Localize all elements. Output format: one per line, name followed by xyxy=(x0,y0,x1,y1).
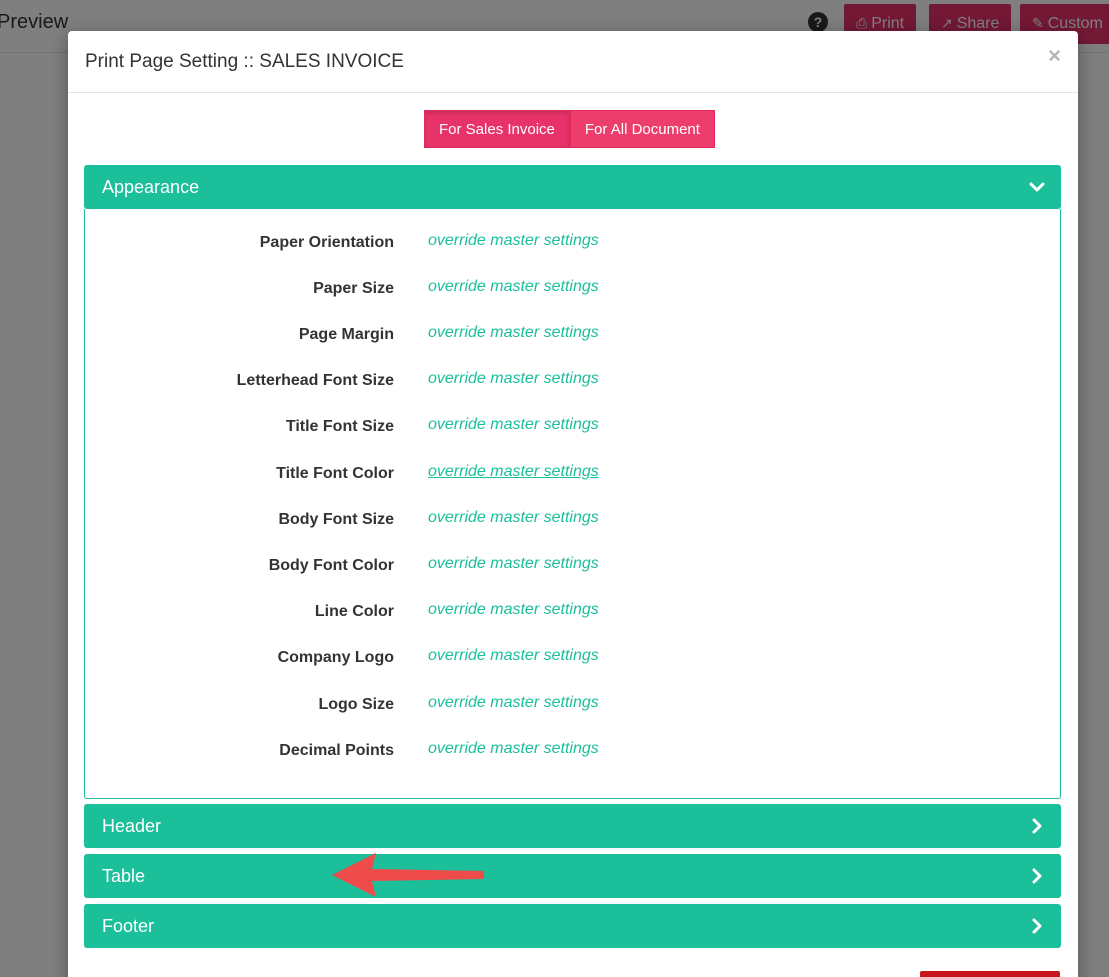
setting-label: Decimal Points xyxy=(279,742,394,759)
table-panel-title: Table xyxy=(102,866,146,886)
override-link[interactable]: override master settings xyxy=(428,740,599,758)
setting-row: Body Font Color override master settings xyxy=(85,555,1060,579)
close-icon[interactable]: × xyxy=(1048,43,1061,69)
override-link[interactable]: override master settings xyxy=(428,694,599,712)
header-panel-title: Header xyxy=(102,816,162,836)
chevron-down-icon xyxy=(1029,182,1045,192)
setting-row: Logo Size override master settings xyxy=(85,694,1060,718)
appearance-panel-body: Paper Orientation override master settin… xyxy=(84,209,1061,799)
setting-label: Title Font Color xyxy=(276,465,394,482)
setting-label: Body Font Size xyxy=(278,511,394,528)
setting-row: Body Font Size override master settings xyxy=(85,509,1060,533)
setting-row: Page Margin override master settings xyxy=(85,324,1060,348)
override-link[interactable]: override master settings xyxy=(428,601,599,619)
override-link[interactable]: override master settings xyxy=(428,555,599,573)
setting-label: Paper Orientation xyxy=(259,234,394,251)
setting-row: Paper Size override master settings xyxy=(85,278,1060,302)
override-link[interactable]: override master settings xyxy=(428,232,599,250)
tab-for-all-document[interactable]: For All Document xyxy=(569,110,715,148)
print-settings-modal: Print Page Setting :: SALES INVOICE × Fo… xyxy=(68,31,1078,977)
setting-label: Company Logo xyxy=(277,649,394,666)
override-link[interactable]: override master settings xyxy=(428,370,599,388)
override-link[interactable]: override master settings xyxy=(428,416,599,434)
override-link[interactable]: override master settings xyxy=(428,324,599,342)
tab-for-sales-invoice[interactable]: For Sales Invoice xyxy=(424,110,570,148)
setting-label: Title Font Size xyxy=(285,418,394,435)
setting-label: Logo Size xyxy=(318,696,394,713)
setting-label: Letterhead Font Size xyxy=(236,372,394,389)
setting-label: Paper Size xyxy=(313,280,394,297)
footer-panel-title: Footer xyxy=(102,916,155,936)
setting-row: Title Font Size override master settings xyxy=(85,416,1060,440)
red-arrow-annotation xyxy=(332,853,484,897)
setting-label: Line Color xyxy=(314,603,394,620)
chevron-right-icon xyxy=(1032,868,1042,884)
header-panel-header[interactable]: Header xyxy=(84,804,1061,848)
setting-row: Decimal Points override master settings xyxy=(85,740,1060,764)
override-link[interactable]: override master settings xyxy=(428,647,599,665)
chevron-right-icon xyxy=(1032,918,1042,934)
override-link[interactable]: override master settings xyxy=(428,509,599,527)
setting-row: Letterhead Font Size override master set… xyxy=(85,370,1060,394)
override-link[interactable]: override master settings xyxy=(428,463,599,481)
override-link[interactable]: override master settings xyxy=(428,278,599,296)
setting-row: Company Logo override master settings xyxy=(85,647,1060,671)
table-panel-header[interactable]: Table xyxy=(84,854,1061,898)
chevron-right-icon xyxy=(1032,818,1042,834)
setting-row: Title Font Color override master setting… xyxy=(85,463,1060,487)
appearance-panel-header[interactable]: Appearance xyxy=(84,165,1061,209)
setting-label: Body Font Color xyxy=(268,557,394,574)
modal-header: Print Page Setting :: SALES INVOICE × xyxy=(68,31,1078,93)
setting-row: Line Color override master settings xyxy=(85,601,1060,625)
footer-panel-header[interactable]: Footer xyxy=(84,904,1061,948)
scope-tab-group: For Sales Invoice For All Document xyxy=(424,110,715,148)
setting-row: Paper Orientation override master settin… xyxy=(85,232,1060,256)
setting-label: Page Margin xyxy=(298,326,394,343)
modal-title: Print Page Setting :: SALES INVOICE xyxy=(85,51,404,72)
modal-footer-button[interactable] xyxy=(920,971,1060,977)
appearance-panel-title: Appearance xyxy=(102,177,200,197)
